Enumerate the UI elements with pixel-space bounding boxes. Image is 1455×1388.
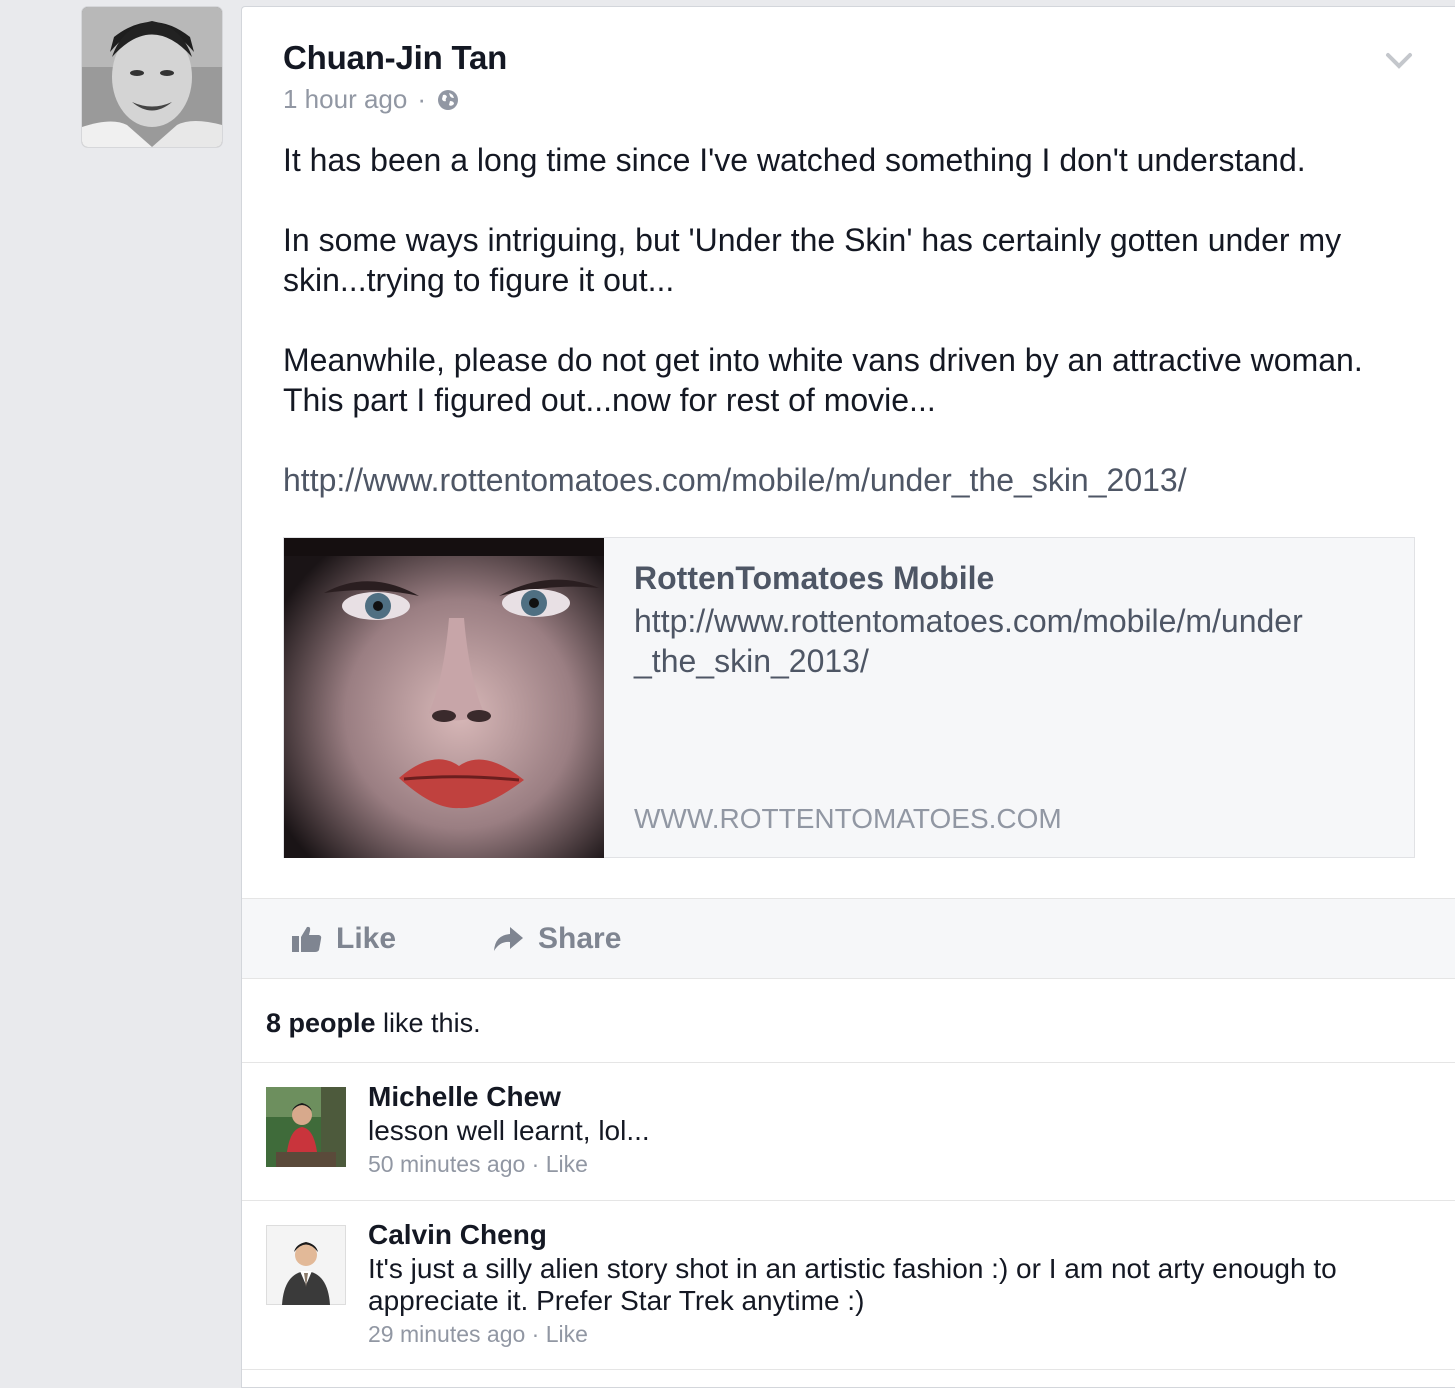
likes-count[interactable]: 8 people [266,1008,376,1038]
author-avatar[interactable] [82,7,222,147]
post-actions-bar: Like Share [242,898,1455,979]
face-thumbnail [284,538,604,858]
comment-meta-separator: · [525,1321,546,1347]
divider [242,1062,1455,1063]
comment-like-link[interactable]: Like [546,1151,588,1177]
share-label: Share [538,921,622,955]
post-body: It has been a long time since I've watch… [283,140,1423,540]
chevron-down-icon[interactable] [1385,51,1413,71]
comment-text: lesson well learnt, lol... [368,1115,650,1146]
commenter-name[interactable]: Calvin Cheng [368,1219,1408,1251]
link-preview-card[interactable]: RottenTomatoes Mobile http://www.rottent… [283,537,1415,858]
commenter-avatar[interactable] [266,1087,346,1167]
link-preview-title[interactable]: RottenTomatoes Mobile [634,560,1384,597]
comment-body: Calvin Cheng It's just a silly alien sto… [368,1219,1408,1348]
link-preview-info[interactable]: RottenTomatoes Mobile http://www.rottent… [604,538,1414,857]
post-paragraph: Meanwhile, please do not get into white … [283,342,1363,418]
divider [242,1369,1455,1370]
post-paragraph: In some ways intriguing, but 'Under the … [283,222,1342,298]
comment-timestamp[interactable]: 29 minutes ago [368,1321,525,1347]
post-card: Chuan-Jin Tan 1 hour ago · It has been a… [241,6,1455,1388]
comment-meta: 50 minutes ago · Like [368,1151,1408,1178]
commenter-name[interactable]: Michelle Chew [368,1081,1408,1113]
like-button[interactable]: Like [292,922,396,956]
post-meta: 1 hour ago · [283,84,460,115]
like-label: Like [336,921,397,955]
commenter-photo [266,1087,346,1167]
comment-text: It's just a silly alien story shot in an… [368,1253,1337,1316]
author-avatar-image [82,7,222,147]
link-preview-domain: WWW.ROTTENTOMATOES.COM [634,803,1062,834]
share-button[interactable]: Share [492,922,621,956]
meta-separator: · [417,84,426,114]
commenter-avatar[interactable] [266,1225,346,1305]
comment-meta: 29 minutes ago · Like [368,1321,1408,1348]
likes-suffix: like this. [375,1008,481,1038]
commenter-photo [266,1225,346,1305]
post-timestamp[interactable]: 1 hour ago [283,84,407,115]
comment-like-link[interactable]: Like [546,1321,588,1347]
globe-icon[interactable] [436,88,460,112]
divider [242,1200,1455,1201]
likes-summary: 8 people like this. [266,1008,481,1039]
author-name[interactable]: Chuan-Jin Tan [283,39,507,77]
comment-meta-separator: · [525,1151,546,1177]
share-arrow-icon [494,926,524,951]
post-link[interactable]: http://www.rottentomatoes.com/mobile/m/u… [283,462,1187,498]
thumbs-up-icon [292,926,322,952]
post-paragraph: It has been a long time since I've watch… [283,142,1306,178]
comment-body: Michelle Chew lesson well learnt, lol...… [368,1081,1408,1178]
link-preview-url[interactable]: http://www.rottentomatoes.com/mobile/m/u… [634,601,1314,681]
link-preview-image[interactable] [284,538,604,858]
comment-timestamp[interactable]: 50 minutes ago [368,1151,525,1177]
